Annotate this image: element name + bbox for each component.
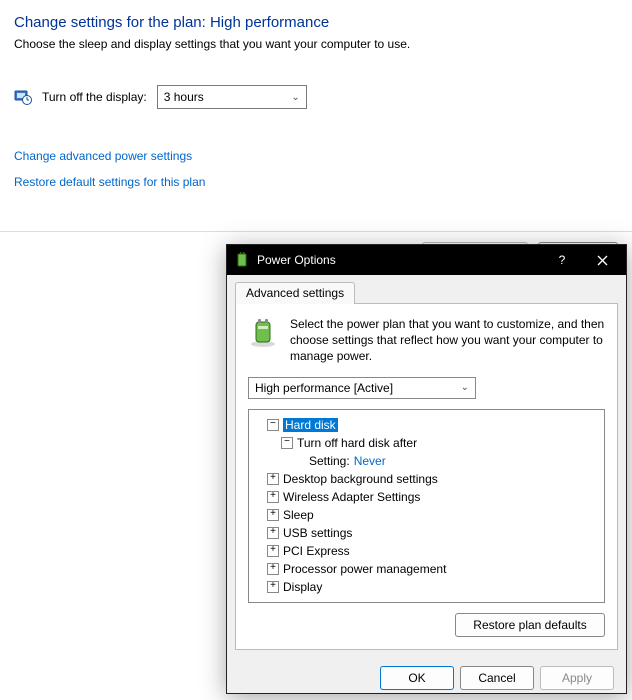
dialog-title: Power Options (257, 253, 542, 267)
tree-item[interactable]: + Sleep (253, 506, 600, 524)
tree-label: Desktop background settings (283, 472, 438, 486)
collapse-icon[interactable]: − (281, 437, 293, 449)
tree-label: Display (283, 580, 322, 594)
turnoff-display-select[interactable]: 3 hours ⌄ (157, 85, 307, 109)
close-button[interactable] (582, 245, 622, 275)
tree-label: USB settings (283, 526, 352, 540)
tree-label: Sleep (283, 508, 314, 522)
display-sleep-icon (14, 88, 32, 106)
power-plan-value: High performance [Active] (255, 381, 393, 395)
tree-label: Processor power management (283, 562, 446, 576)
help-button[interactable]: ? (542, 245, 582, 275)
expand-icon[interactable]: + (267, 509, 279, 521)
tree-item[interactable]: + USB settings (253, 524, 600, 542)
tree-label: Hard disk (283, 418, 338, 432)
power-plan-select[interactable]: High performance [Active] ⌄ (248, 377, 476, 399)
apply-button: Apply (540, 666, 614, 690)
tree-item-turn-off-hdd[interactable]: − Turn off hard disk after (253, 434, 600, 452)
dialog-titlebar[interactable]: Power Options ? (227, 245, 626, 275)
help-icon: ? (559, 253, 566, 267)
tree-setting-label: Setting: (309, 454, 350, 468)
restore-plan-defaults-button[interactable]: Restore plan defaults (455, 613, 605, 637)
turnoff-display-label: Turn off the display: (42, 90, 147, 104)
tree-label: PCI Express (283, 544, 350, 558)
close-icon (597, 255, 608, 266)
tree-item[interactable]: + Wireless Adapter Settings (253, 488, 600, 506)
settings-tree[interactable]: − Hard disk − Turn off hard disk after S… (248, 409, 605, 603)
chevron-down-icon: ⌄ (291, 92, 299, 103)
advanced-power-settings-link[interactable]: Change advanced power settings (14, 149, 618, 163)
dialog-cancel-button[interactable]: Cancel (460, 666, 534, 690)
tree-item-setting[interactable]: Setting: Never (253, 452, 600, 470)
tree-item[interactable]: + PCI Express (253, 542, 600, 560)
battery-icon (248, 316, 280, 348)
expand-icon[interactable]: + (267, 545, 279, 557)
page-title: Change settings for the plan: High perfo… (14, 14, 618, 31)
chevron-down-icon: ⌄ (461, 382, 469, 393)
tree-item[interactable]: + Processor power management (253, 560, 600, 578)
expand-icon[interactable]: + (267, 473, 279, 485)
expand-icon[interactable]: + (267, 527, 279, 539)
ok-button[interactable]: OK (380, 666, 454, 690)
expand-icon[interactable]: + (267, 581, 279, 593)
power-options-icon (235, 252, 251, 268)
tree-label: Turn off hard disk after (297, 436, 417, 450)
tree-label: Wireless Adapter Settings (283, 490, 420, 504)
page-subtitle: Choose the sleep and display settings th… (14, 37, 618, 51)
power-options-dialog: Power Options ? Advanced settings (226, 244, 627, 694)
dialog-description: Select the power plan that you want to c… (290, 316, 605, 365)
collapse-icon[interactable]: − (267, 419, 279, 431)
tree-item[interactable]: + Desktop background settings (253, 470, 600, 488)
tree-setting-value[interactable]: Never (354, 454, 386, 468)
expand-icon[interactable]: + (267, 491, 279, 503)
expand-icon[interactable]: + (267, 563, 279, 575)
tree-item[interactable]: + Display (253, 578, 600, 596)
tree-item-hard-disk[interactable]: − Hard disk (253, 416, 600, 434)
turnoff-display-value: 3 hours (164, 90, 204, 104)
tab-advanced-settings[interactable]: Advanced settings (235, 282, 355, 304)
restore-defaults-link[interactable]: Restore default settings for this plan (14, 175, 618, 189)
